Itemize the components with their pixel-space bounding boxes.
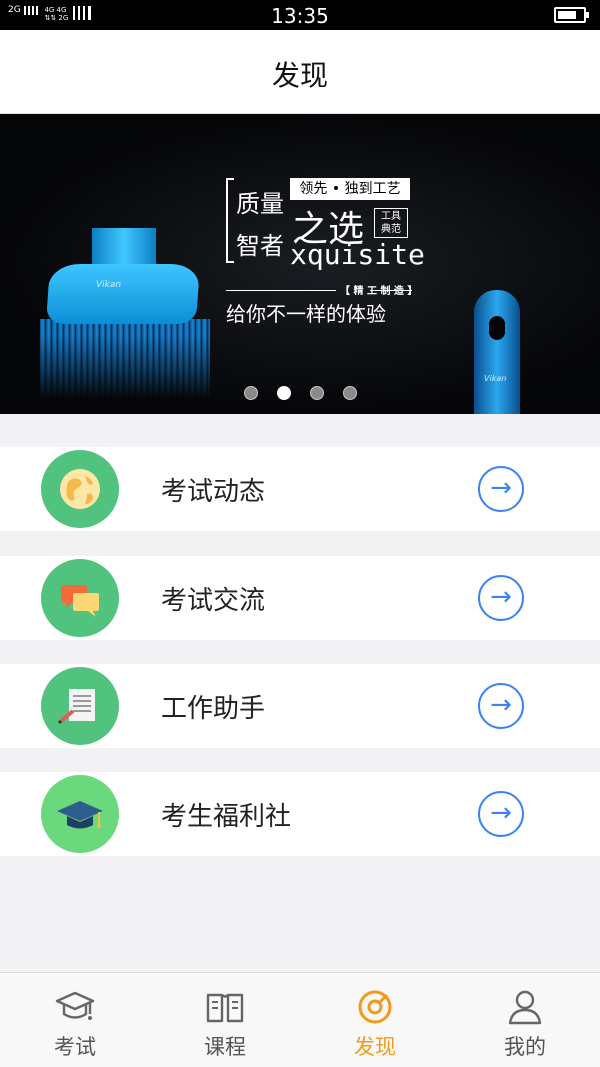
banner-word: xquisite [290,238,425,271]
banner-tag: 领先 • 独到工艺 [290,178,410,200]
tab-label: 发现 [354,1035,396,1059]
tab-exam[interactable]: 考试 [0,973,150,1067]
arrow-right-icon[interactable]: → [478,683,524,729]
list-item-label: 考试交流 [161,586,266,616]
tab-course[interactable]: 课程 [150,973,300,1067]
graduation-cap-icon [41,775,119,853]
arrow-right-icon[interactable]: → [478,466,524,512]
list-item-student-welfare[interactable]: 考生福利社 → [0,772,600,856]
book-icon [206,993,244,1023]
battery-fill [558,11,576,19]
arrow-right-icon[interactable]: → [478,791,524,837]
status-bar: 2G 4G 4G ⇅⇅ 2G 13:35 [0,0,600,30]
banner-wise: 智者 [236,232,284,260]
mortarboard-icon [55,991,95,1020]
brush-brand-label: Vikan [96,280,122,290]
promo-banner[interactable]: Vikan Vikan Vikan 质量 智者 领先 • 独到工艺 之选 工具 … [0,114,600,414]
person-icon [508,990,542,1025]
carousel-dot[interactable] [276,386,291,400]
tab-label: 考试 [54,1035,96,1059]
brush-head-image [45,264,201,324]
handle-brand-label: Vikan [484,374,507,383]
banner-subtitle: 给你不一样的体验 [226,302,386,326]
banner-box-line2: 典范 [381,224,401,235]
chat-bubbles-icon [41,559,119,637]
banner-frame [226,178,234,263]
carousel-dot[interactable] [309,386,324,400]
tab-label: 课程 [204,1035,246,1059]
tab-discover[interactable]: 发现 [300,973,450,1067]
list-item-label: 工作助手 [161,694,266,724]
nav-header: 发现 [0,30,600,114]
tab-label: 我的 [504,1035,546,1059]
globe-icon [41,450,119,528]
tab-mine[interactable]: 我的 [450,973,600,1067]
banner-rule-left [226,290,336,291]
carousel-dots[interactable] [0,386,600,406]
clock: 13:35 [271,4,329,28]
banner-box: 工具 典范 [374,208,408,238]
banner-rule-right-2 [370,290,412,291]
battery-icon [554,7,589,23]
carousel-dot[interactable] [342,386,357,400]
compass-icon [358,990,392,1024]
handle-hole [489,316,505,340]
banner-box-line1: 工具 [381,211,401,222]
banner-quality: 质量 [236,190,284,218]
list-item-exam-news[interactable]: 考试动态 → [0,447,600,531]
list-item-label: 考试动态 [161,477,266,507]
list-item-work-assistant[interactable]: 工作助手 → [0,664,600,748]
list-item-exam-forum[interactable]: 考试交流 → [0,556,600,640]
carousel-dot[interactable] [243,386,258,400]
list-item-label: 考生福利社 [161,802,292,832]
document-pen-icon [41,667,119,745]
bottom-tab-bar: 考试 课程 发现 我的 [0,972,600,1067]
arrow-right-icon[interactable]: → [478,575,524,621]
page-title: 发现 [271,59,328,92]
